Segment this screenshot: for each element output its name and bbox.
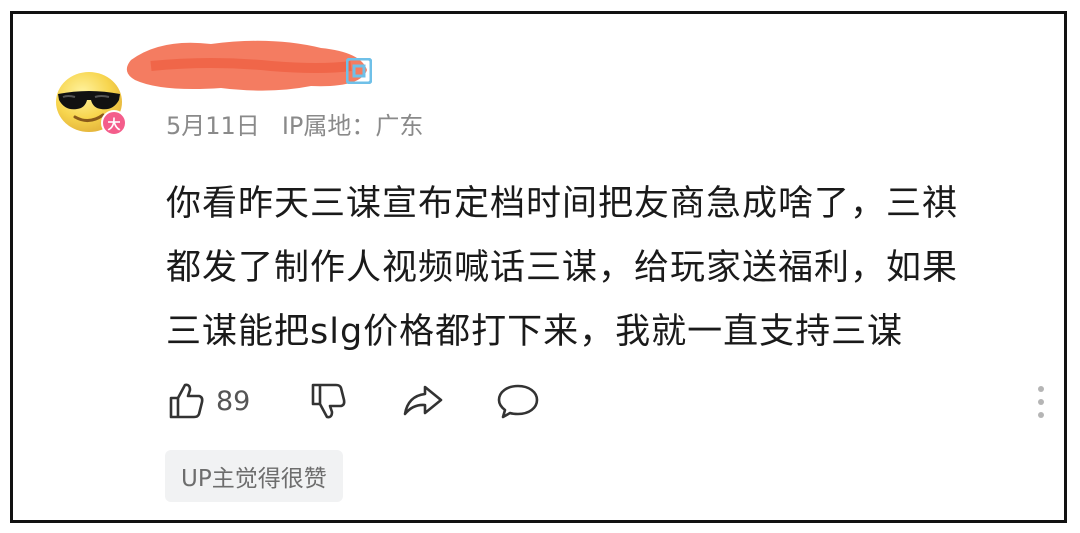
share-icon (403, 385, 443, 416)
up-liked-tag: UP主觉得很赞 (165, 450, 343, 502)
comment-card: 大 5月11日 IP属地：广东 你看昨天三谋宣布定档时间把友商急成啥了，三祺 都… (10, 11, 1067, 523)
like-button[interactable]: 89 (166, 381, 250, 421)
more-vertical-icon[interactable] (1031, 384, 1051, 420)
thumbs-up-icon (169, 383, 204, 419)
comment-date: 5月11日 (166, 112, 260, 140)
comment-line: 你看昨天三谋宣布定档时间把友商急成啥了，三祺 (166, 184, 959, 224)
comment-icon (497, 384, 539, 419)
ip-location: IP属地：广东 (281, 112, 424, 140)
thumbs-down-icon (311, 383, 346, 419)
dislike-button[interactable] (308, 381, 348, 421)
comment-line: 三谋能把slg价格都打下来，我就一直支持三谋 (166, 312, 904, 352)
reply-button[interactable] (496, 381, 540, 421)
comment-line: 都发了制作人视频喊话三谋，给玩家送福利，如果 (166, 248, 959, 288)
like-count: 89 (216, 385, 251, 417)
username-redaction (126, 40, 367, 91)
comment-meta: 5月11日 IP属地：广东 (166, 106, 423, 141)
share-button[interactable] (401, 381, 445, 421)
avatar-badge: 大 (101, 110, 127, 136)
comment-text: 你看昨天三谋宣布定档时间把友商急成啥了，三祺 都发了制作人视频喊话三谋，给玩家送… (166, 172, 1036, 364)
level-icon (346, 58, 372, 84)
